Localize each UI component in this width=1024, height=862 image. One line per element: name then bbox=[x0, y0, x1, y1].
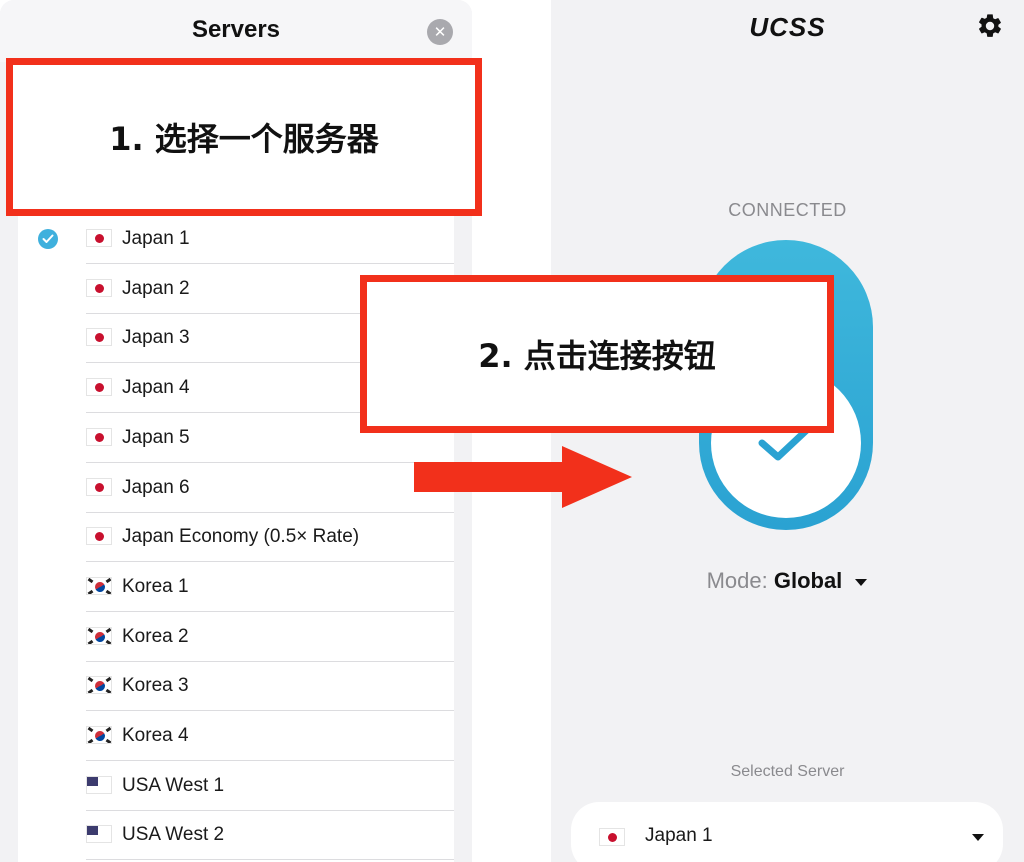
usa-flag-icon bbox=[86, 825, 112, 844]
server-name: Korea 1 bbox=[122, 575, 189, 597]
server-row[interactable]: USA West 2 bbox=[18, 810, 454, 861]
selected-server-button[interactable]: Japan 1 bbox=[571, 802, 1003, 862]
mode-selector[interactable]: Mode: Global bbox=[551, 568, 1024, 594]
selected-server-label: Selected Server bbox=[730, 763, 845, 780]
annotation-step-1: 1. 选择一个服务器 bbox=[6, 58, 482, 216]
checkmark-circle-icon bbox=[38, 229, 58, 249]
server-name: Japan 5 bbox=[122, 426, 190, 448]
server-row[interactable]: Korea 4 bbox=[18, 711, 454, 761]
row-divider bbox=[86, 859, 454, 861]
server-name: Japan 6 bbox=[122, 476, 190, 498]
mode-label: Mode: bbox=[706, 568, 768, 593]
korea-flag-icon bbox=[86, 726, 112, 744]
server-row[interactable]: Korea 1 bbox=[18, 562, 454, 612]
mode-value: Global bbox=[773, 568, 843, 593]
server-row[interactable]: Japan 1 bbox=[18, 214, 454, 264]
arrow-right-icon bbox=[414, 446, 632, 508]
caret-down-icon bbox=[855, 579, 868, 587]
gear-icon[interactable] bbox=[976, 12, 1004, 40]
servers-title: Servers bbox=[191, 16, 281, 43]
japan-flag-icon bbox=[86, 229, 112, 247]
korea-flag-icon bbox=[86, 576, 112, 595]
korea-flag-icon bbox=[86, 676, 112, 695]
server-row[interactable]: Japan Economy (0.5× Rate) bbox=[18, 512, 454, 563]
japan-flag-icon bbox=[86, 427, 112, 446]
server-name: Korea 3 bbox=[122, 675, 189, 697]
server-name: USA West 2 bbox=[122, 824, 225, 846]
server-row[interactable]: Korea 3 bbox=[18, 661, 454, 712]
connection-status: CONNECTED bbox=[728, 200, 847, 220]
close-icon[interactable]: ✕ bbox=[427, 19, 453, 45]
japan-flag-icon bbox=[86, 477, 112, 496]
app-logo: UCSS bbox=[749, 12, 826, 42]
server-name: Japan 2 bbox=[122, 277, 190, 299]
server-name: USA West 1 bbox=[122, 774, 225, 796]
server-name: Japan 3 bbox=[122, 327, 190, 349]
server-row[interactable]: Japan 6 bbox=[18, 463, 454, 513]
selected-server-name: Japan 1 bbox=[645, 825, 713, 846]
server-row[interactable]: USA West 1 bbox=[18, 761, 454, 811]
server-name: Japan 4 bbox=[122, 377, 190, 399]
server-row[interactable]: Korea 2 bbox=[18, 612, 454, 662]
usa-flag-icon bbox=[86, 775, 112, 794]
japan-flag-icon bbox=[86, 328, 112, 347]
japan-flag-icon bbox=[599, 828, 625, 846]
korea-flag-icon bbox=[86, 626, 112, 645]
server-name: Japan Economy (0.5× Rate) bbox=[122, 526, 360, 548]
japan-flag-icon bbox=[86, 527, 112, 546]
server-name: Japan 1 bbox=[122, 228, 190, 249]
servers-header: Servers ✕ bbox=[0, 0, 472, 62]
caret-down-icon bbox=[972, 834, 984, 841]
japan-flag-icon bbox=[86, 278, 112, 297]
annotation-step-2: 2. 点击连接按钮 bbox=[360, 275, 834, 433]
server-name: Korea 2 bbox=[122, 625, 189, 647]
japan-flag-icon bbox=[86, 378, 112, 397]
server-name: Korea 4 bbox=[122, 725, 189, 746]
